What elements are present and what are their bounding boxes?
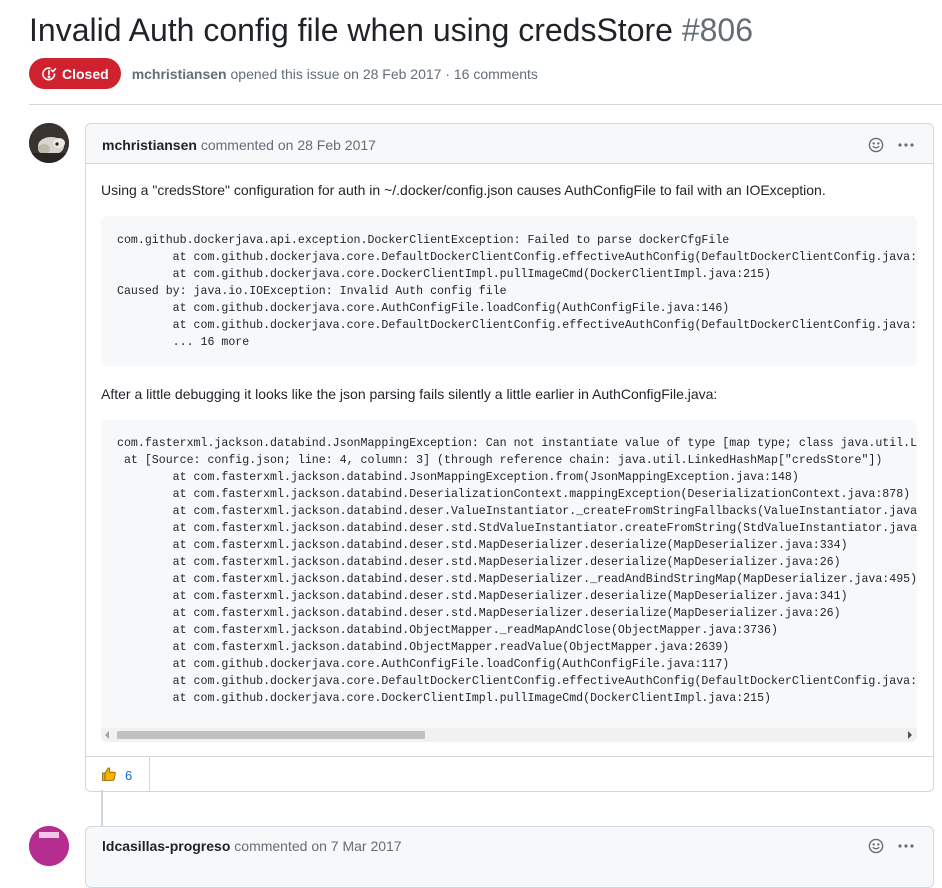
code-block-text: com.github.dockerjava.api.exception.Dock… [117,234,917,349]
comment-author-link[interactable]: mchristiansen [102,137,197,153]
issue-closed-icon [41,66,57,82]
scrollbar-thumb[interactable] [117,731,425,739]
thumbs-up-icon [101,766,117,785]
header-divider [29,104,942,105]
comment-card: mchristiansen commented on 28 Feb 2017 U… [85,123,934,792]
issue-author-link[interactable]: mchristiansen [132,66,227,82]
comment-author-line: mchristiansen commented on 28 Feb 2017 [102,137,376,153]
avatar[interactable] [29,826,69,866]
comment-paragraph: Using a "credsStore" configuration for a… [101,182,826,198]
comment-actions [867,837,915,855]
issue-meta-text: mchristiansen opened this issue on 28 Fe… [132,66,538,82]
issue-title-text: Invalid Auth config file when using cred… [29,12,673,48]
scroll-right-arrow-icon[interactable] [908,731,912,739]
code-block: com.github.dockerjava.api.exception.Dock… [101,216,917,366]
issue-meta: Closed mchristiansen opened this issue o… [29,58,538,89]
issue-title: Invalid Auth config file when using cred… [29,12,753,49]
kebab-horizontal-icon[interactable] [897,837,915,855]
horizontal-scrollbar[interactable] [101,728,917,742]
avatar[interactable] [29,123,69,163]
code-block-text: com.fasterxml.jackson.databind.JsonMappi… [117,437,917,705]
timeline-line [101,790,103,830]
reactions-divider [149,757,150,791]
code-block: com.fasterxml.jackson.databind.JsonMappi… [101,420,917,742]
issue-number: #806 [681,12,754,48]
comment-paragraph: After a little debugging it looks like t… [101,386,718,402]
kebab-horizontal-icon[interactable] [897,136,915,154]
reaction-count: 6 [125,768,133,783]
scroll-left-arrow-icon[interactable] [105,731,109,739]
avatar-image [29,826,69,866]
smiley-icon[interactable] [867,837,885,855]
reaction-thumbs-up[interactable]: 6 [101,766,132,785]
comment-author-line: ldcasillas-progreso commented on 7 Mar 2… [102,838,402,854]
issue-opened-text: opened this issue on 28 Feb 2017 · 16 co… [230,65,538,82]
state-badge-label: Closed [62,65,109,82]
comment-card: ldcasillas-progreso commented on 7 Mar 2… [85,826,934,888]
comment-date[interactable]: commented on 28 Feb 2017 [201,137,376,153]
comment-date[interactable]: commented on 7 Mar 2017 [234,838,401,854]
comment-header: mchristiansen commented on 28 Feb 2017 [86,124,933,164]
comment-author-link[interactable]: ldcasillas-progreso [102,838,230,854]
state-badge: Closed [29,58,121,89]
comment-actions [867,136,915,154]
smiley-icon[interactable] [867,136,885,154]
reactions-bar: 6 [86,756,933,791]
avatar-image [29,123,69,163]
